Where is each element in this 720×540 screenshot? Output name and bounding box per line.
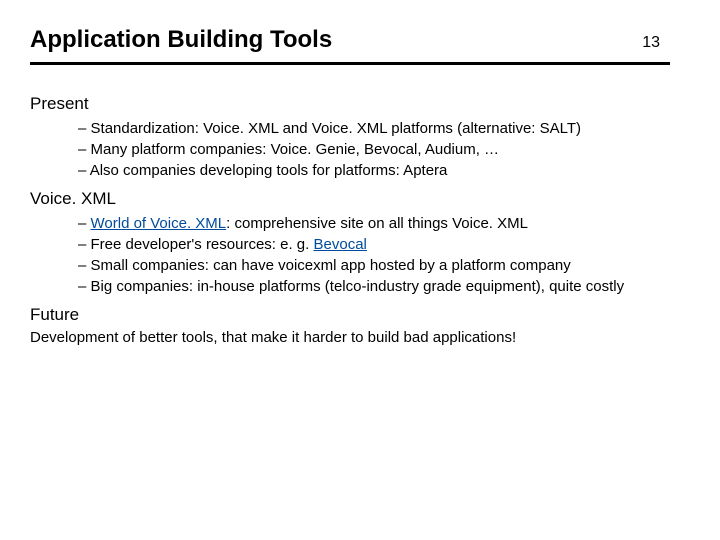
slide-number: 13 — [642, 34, 660, 52]
list-item: Free developer's resources: e. g. Bevoca… — [30, 235, 690, 255]
list-item: Also companies developing tools for plat… — [30, 161, 690, 181]
item-text: Standardization: Voice. XML and Voice. X… — [91, 120, 582, 137]
link-bevocal[interactable]: Bevocal — [314, 236, 367, 253]
voicexml-list: World of Voice. XML: comprehensive site … — [30, 214, 690, 298]
item-text: Many platform companies: Voice. Genie, B… — [91, 141, 500, 158]
item-text: Free developer's resources: e. g. — [91, 236, 314, 253]
item-text: Big companies: in-house platforms (telco… — [91, 278, 625, 295]
item-text: Small companies: can have voicexml app h… — [91, 257, 571, 274]
future-text: Development of better tools, that make i… — [30, 328, 690, 348]
present-list: Standardization: Voice. XML and Voice. X… — [30, 119, 690, 182]
list-item: Big companies: in-house platforms (telco… — [30, 277, 690, 297]
slide: Application Building Tools 13 Present St… — [0, 0, 720, 540]
section-heading-present: Present — [30, 93, 690, 116]
content: Present Standardization: Voice. XML and … — [30, 93, 690, 348]
section-heading-voicexml: Voice. XML — [30, 188, 690, 211]
list-item: Small companies: can have voicexml app h… — [30, 256, 690, 276]
item-text: : comprehensive site on all things Voice… — [226, 215, 528, 232]
item-text: Also companies developing tools for plat… — [90, 162, 448, 179]
header: Application Building Tools 13 — [30, 26, 690, 54]
list-item: World of Voice. XML: comprehensive site … — [30, 214, 690, 234]
link-world-of-voicexml[interactable]: World of Voice. XML — [91, 215, 227, 232]
divider — [30, 62, 670, 65]
page-title: Application Building Tools — [30, 26, 332, 54]
list-item: Standardization: Voice. XML and Voice. X… — [30, 119, 690, 139]
future-block: Future Development of better tools, that… — [30, 304, 690, 348]
section-heading-future: Future — [30, 304, 690, 327]
list-item: Many platform companies: Voice. Genie, B… — [30, 140, 690, 160]
